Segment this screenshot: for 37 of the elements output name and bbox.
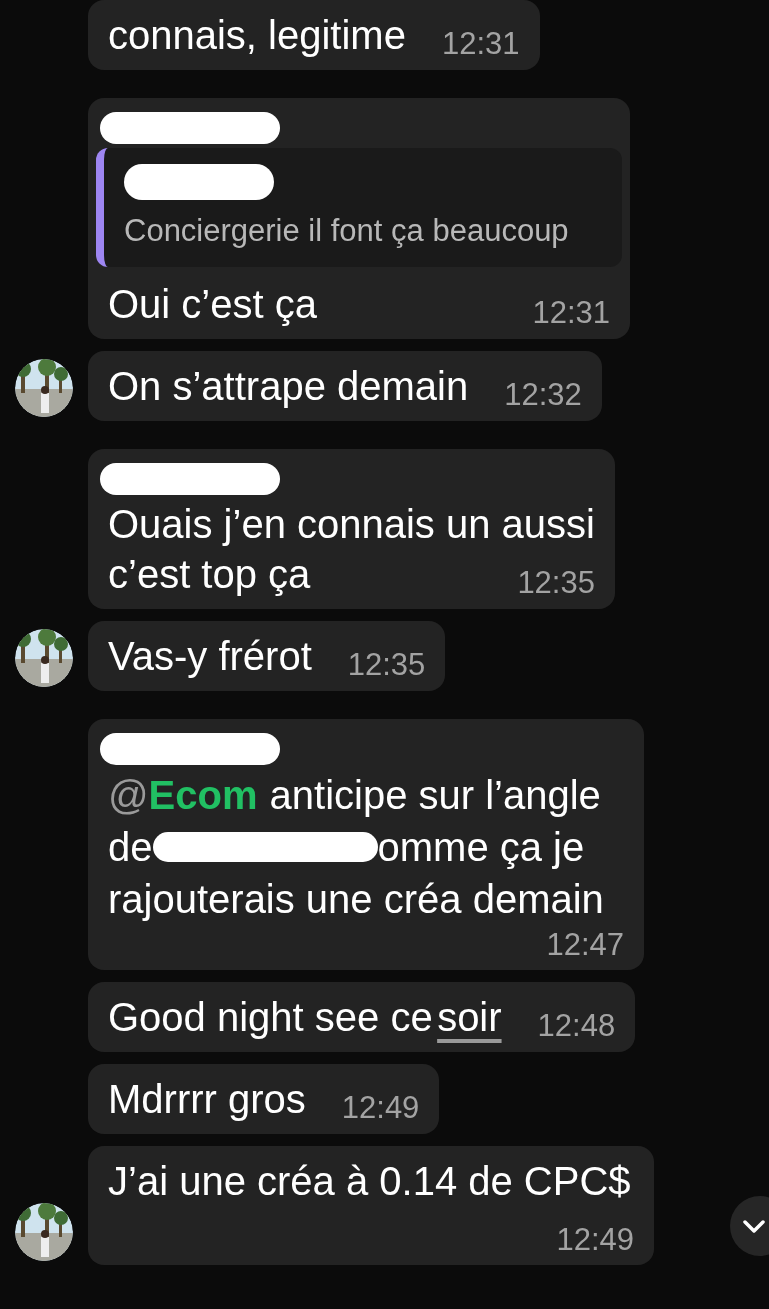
message-bubble[interactable]: On s’attrape demain 12:32: [88, 350, 602, 421]
message-time: 12:32: [504, 378, 582, 410]
mention-link[interactable]: Ecom: [148, 768, 258, 821]
message-text: J’ai une créa à 0.14 de CPC$: [108, 1158, 631, 1203]
message-bubble[interactable]: Ouais j’en connais un aussi c’est top ça 12:35: [88, 448, 615, 609]
message-time: 12:49: [341, 1091, 420, 1123]
message-bubble[interactable]: Vas-y frérot 12:35: [88, 620, 446, 691]
message-bubble[interactable]: Conciergerie il font ça beaucoup Oui c’est ça 12:31: [88, 98, 630, 339]
quoted-message[interactable]: Conciergerie il font ça beaucoup: [96, 148, 622, 267]
message-time: 12:35: [517, 566, 595, 598]
message-bubble[interactable]: connais, legitime 12:31: [88, 0, 540, 70]
message-text: connais, legitime: [108, 13, 406, 57]
message-text: Ouais j’en connais un aussi: [108, 500, 595, 548]
message-time: 12:49: [556, 1223, 634, 1255]
message-bubble[interactable]: J’ai une créa à 0.14 de CPC$ 12:49: [88, 1145, 654, 1265]
message-bubble[interactable]: @Ecom anticipe sur l’angle de omme ça je rajouterais une créa demain 12:47: [88, 718, 644, 970]
message-text: anticipe sur l’angle: [269, 771, 601, 819]
message-text: Vas-y frérot: [108, 633, 312, 678]
message-text: rajouterais une créa demain: [108, 875, 605, 923]
chevron-down-icon: [742, 1218, 766, 1234]
message-time: 12:48: [537, 1009, 616, 1041]
message-bubble[interactable]: Good night see cesoir 12:48: [88, 981, 636, 1052]
message-text: de: [108, 823, 153, 871]
message-time: 12:35: [347, 648, 426, 680]
quoted-text: Conciergerie il font ça beaucoup: [124, 212, 569, 250]
message-text: Oui c’est ça: [108, 281, 317, 326]
message-text: omme ça je: [377, 823, 585, 871]
mention-at: @: [108, 771, 149, 819]
message-text: Good night see ce: [108, 994, 433, 1039]
message-link[interactable]: soir: [437, 994, 502, 1039]
message-text: c’est top ça: [108, 551, 311, 596]
message-time: 12:47: [546, 928, 624, 960]
message-text: On s’attrape demain: [108, 363, 469, 408]
message-text: Mdrrrr gros: [108, 1076, 306, 1121]
message-time: 12:31: [532, 296, 610, 328]
message-time: 12:31: [441, 28, 520, 59]
message-bubble[interactable]: Mdrrrr gros 12:49: [88, 1063, 440, 1134]
